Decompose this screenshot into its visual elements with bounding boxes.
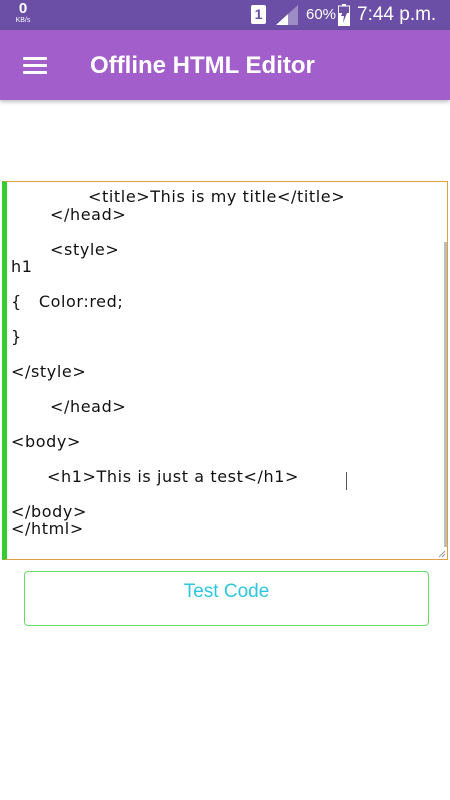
sim-slot-icon: 1 — [251, 5, 266, 24]
code-line: <body> — [11, 432, 81, 451]
code-line: <h1>This is just a test</h1> — [47, 467, 300, 486]
editor-scrollbar[interactable] — [444, 242, 447, 547]
hamburger-menu-icon[interactable] — [23, 57, 47, 75]
battery-charging-icon — [338, 4, 350, 26]
code-line: <style> — [50, 240, 120, 259]
clock: 7:44 p.m. — [357, 4, 437, 25]
text-cursor — [346, 472, 347, 490]
signal-strength-icon — [276, 5, 298, 25]
page-title: Offline HTML Editor — [90, 52, 315, 79]
code-line: <title>This is my title</title> — [88, 187, 346, 206]
code-line: } — [11, 327, 22, 346]
editor-scrollbar-thumb[interactable] — [444, 242, 447, 547]
code-line: </style> — [11, 362, 87, 381]
code-line: { Color:red; — [11, 292, 124, 311]
code-line: h1 — [11, 257, 33, 276]
code-line: </head> — [50, 397, 127, 416]
resize-handle-icon[interactable] — [438, 550, 446, 558]
app-bar: Offline HTML Editor — [0, 30, 450, 100]
code-line: </html> — [11, 519, 84, 538]
battery-percent: 60% — [306, 6, 337, 23]
net-speed-value: 0 — [18, 0, 28, 17]
test-code-button[interactable]: Test Code — [24, 571, 429, 626]
code-line: </head> — [50, 205, 127, 224]
code-editor-textarea[interactable]: <title>This is my title</title> </head> … — [2, 181, 448, 560]
status-bar: 0 KB/s 1 60% 7:44 p.m. — [0, 0, 450, 30]
network-speed-indicator: 0 KB/s — [10, 1, 36, 24]
net-speed-unit: KB/s — [15, 17, 31, 24]
